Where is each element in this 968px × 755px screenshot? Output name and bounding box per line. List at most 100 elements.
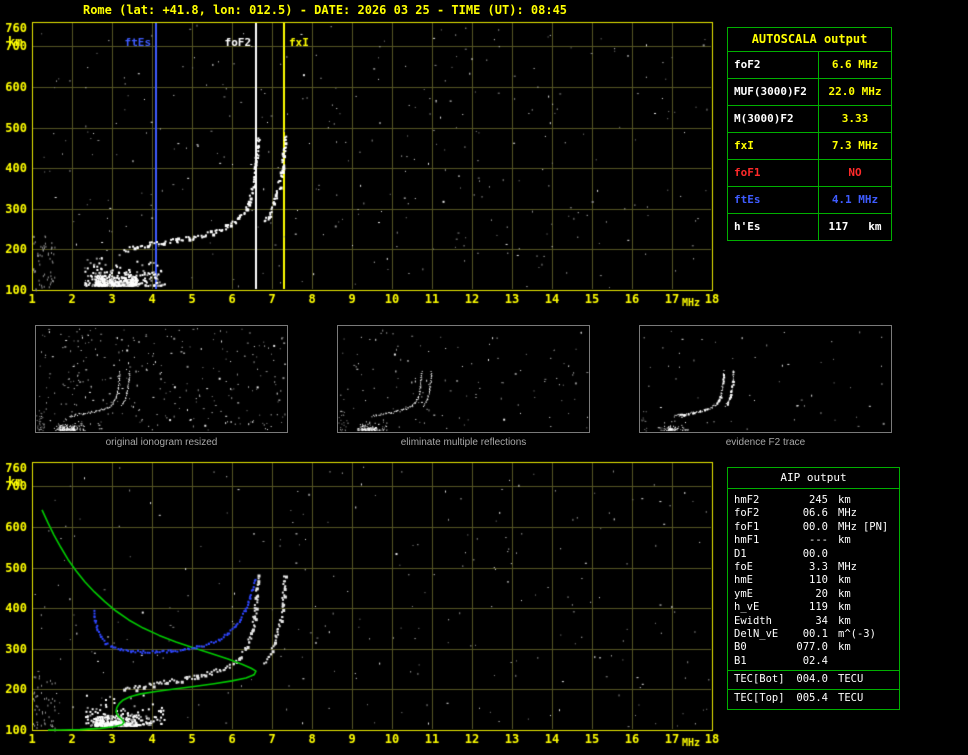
aip-cell-v: 3.3: [809, 561, 828, 574]
aip-cell-l: hmE: [734, 574, 753, 587]
aip-cell-u: km: [838, 534, 851, 547]
aip-row-D1: D1 00.0: [728, 548, 899, 561]
autoscala-row-label: fxI: [728, 133, 819, 159]
aip-cell-n: [857, 507, 863, 520]
caption-reflections-removed: eliminate multiple reflections: [400, 437, 527, 448]
aip-cell-l: TEC[Bot]: [734, 673, 785, 686]
aip-cell-n: [838, 548, 844, 561]
aip-cell-n: [857, 561, 863, 574]
aip-cell-v: 00.1: [802, 628, 828, 641]
autoscala-row-label: M(3000)F2: [728, 106, 819, 132]
aip-cell-l: DelN_vE: [734, 628, 779, 641]
autoscala-header: AUTOSCALA output: [728, 28, 891, 52]
aip-cell-n: [851, 588, 857, 601]
aip-cell-n: [851, 574, 857, 587]
autoscala-row-value: 3.33: [841, 112, 869, 125]
aip-row-hmE: hmE 110 km: [728, 574, 899, 587]
autoscala-table: AUTOSCALA output foF2 6.6 MHz MUF(3000)F2 2…: [727, 27, 892, 241]
aip-cell-n: [851, 534, 857, 547]
aip-cell-u: km: [838, 614, 851, 627]
aip-cell-l: ymE: [734, 587, 753, 600]
aip-cell-v: ---: [809, 534, 828, 547]
aip-cell-u: MHz: [838, 520, 857, 533]
aip-cell-u: m^(-3): [838, 628, 876, 641]
aip-cell-l: foE: [734, 561, 753, 574]
aip-cell-v: 077.0: [796, 641, 828, 654]
autoscala-row-value: 7.3 MHz: [831, 139, 879, 152]
aip-cell-u: km: [838, 494, 851, 506]
autoscala-row-label: foF2: [728, 52, 819, 78]
aip-cell-l: foF1: [734, 520, 760, 533]
aip-rows: hmF2 245 km foF2 06.6 MHz foF1 00.0 MHz [PN] hmF1 -…: [728, 494, 899, 705]
autoscala-row-label: MUF(3000)F2: [728, 79, 819, 105]
aip-cell-l: h_vE: [734, 601, 760, 614]
autoscala-row-foF1: foF1 NO: [728, 160, 891, 187]
aip-cell-u: km: [838, 641, 851, 654]
aip-cell-u: TECU: [838, 673, 864, 686]
autoscala-row-h'Es: h'Es 117 km: [728, 214, 891, 240]
aip-cell-v: 00.0: [802, 520, 828, 533]
aip-cell-v: 005.4: [796, 691, 828, 704]
aip-cell-v: 20: [815, 587, 828, 600]
aip-header: AIP output: [728, 468, 899, 489]
aip-cell-u: km: [838, 601, 851, 614]
aip-cell-n: [851, 494, 857, 507]
aip-cell-u: TECU: [838, 691, 864, 704]
autoscala-screen: Rome (lat: +41.8, lon: 012.5) - DATE: 20…: [0, 0, 968, 755]
autoscala-row-value: 22.0 MHz: [828, 85, 882, 98]
autoscala-row-fxI: fxI 7.3 MHz: [728, 133, 891, 160]
autoscala-rows: foF2 6.6 MHz MUF(3000)F2 22.0 MHz M(3000)F2 3…: [728, 52, 891, 240]
aip-cell-l: D1: [734, 547, 747, 560]
thumbnail-reflections-removed: [337, 325, 590, 433]
aip-cell-v: 004.0: [796, 673, 828, 686]
aip-cell-u: MHz: [838, 561, 857, 574]
aip-row-ymE: ymE 20 km: [728, 588, 899, 601]
aip-row-hmF2: hmF2 245 km: [728, 494, 899, 507]
aip-row-hmF1: hmF1 --- km: [728, 534, 899, 547]
aip-cell-v: 119: [809, 601, 828, 614]
thumbnail-original-ionogram: [35, 325, 288, 433]
aip-row-h_vE: h_vE 119 km: [728, 601, 899, 614]
aip-cell-u: [828, 655, 838, 668]
autoscala-row-ftEs: ftEs 4.1 MHz: [728, 187, 891, 214]
aip-cell-n: [838, 655, 844, 668]
aip-row-foF2: foF2 06.6 MHz: [728, 507, 899, 520]
aip-cell-l: B0: [734, 641, 747, 654]
autoscala-row-value: 4.1 MHz: [831, 193, 879, 206]
aip-row-B0: B0 077.0 km: [728, 641, 899, 654]
autoscala-row-foF2: foF2 6.6 MHz: [728, 52, 891, 79]
aip-cell-l: B1: [734, 654, 747, 667]
aip-row-TEC[Top]: TEC[Top] 005.4 TECU: [728, 688, 899, 705]
aip-cell-n: [876, 628, 882, 641]
aip-cell-v: 34: [815, 614, 828, 627]
autoscala-row-MUF(3000)F2: MUF(3000)F2 22.0 MHz: [728, 79, 891, 106]
aip-table: AIP output hmF2 245 km foF2 06.6 MHz foF1 00.0 M…: [727, 467, 900, 711]
aip-cell-l: Ewidth: [734, 614, 772, 627]
aip-cell-n: [851, 601, 857, 614]
autoscala-row-value: 117 km: [828, 220, 882, 233]
aip-cell-n: [851, 615, 857, 628]
aip-cell-v: 06.6: [802, 507, 828, 520]
aip-row-foE: foE 3.3 MHz: [728, 561, 899, 574]
aip-cell-l: TEC[Top]: [734, 691, 785, 704]
caption-f2-trace: evidence F2 trace: [725, 437, 806, 448]
aip-cell-v: 02.4: [802, 654, 828, 667]
aip-cell-u: MHz: [838, 507, 857, 520]
autoscala-row-label: ftEs: [728, 187, 819, 213]
aip-cell-v: 245: [809, 494, 828, 506]
aip-row-Ewidth: Ewidth 34 km: [728, 615, 899, 628]
aip-cell-u: [828, 548, 838, 561]
autoscala-row-label: foF1: [728, 160, 819, 186]
aip-row-B1: B1 02.4: [728, 655, 899, 668]
autoscala-row-label: h'Es: [728, 214, 819, 240]
main-ionogram-plot: [0, 14, 730, 326]
autoscala-row-value: 6.6 MHz: [831, 58, 879, 71]
aip-cell-n: [PN]: [862, 520, 889, 533]
aip-cell-u: km: [838, 574, 851, 587]
aip-cell-n: [863, 692, 869, 705]
aip-row-DelN_vE: DelN_vE 00.1 m^(-3): [728, 628, 899, 641]
aip-cell-n: [851, 641, 857, 654]
aip-cell-u: km: [838, 587, 851, 600]
autoscala-row-value: NO: [848, 166, 862, 179]
caption-original-ionogram: original ionogram resized: [105, 437, 218, 448]
